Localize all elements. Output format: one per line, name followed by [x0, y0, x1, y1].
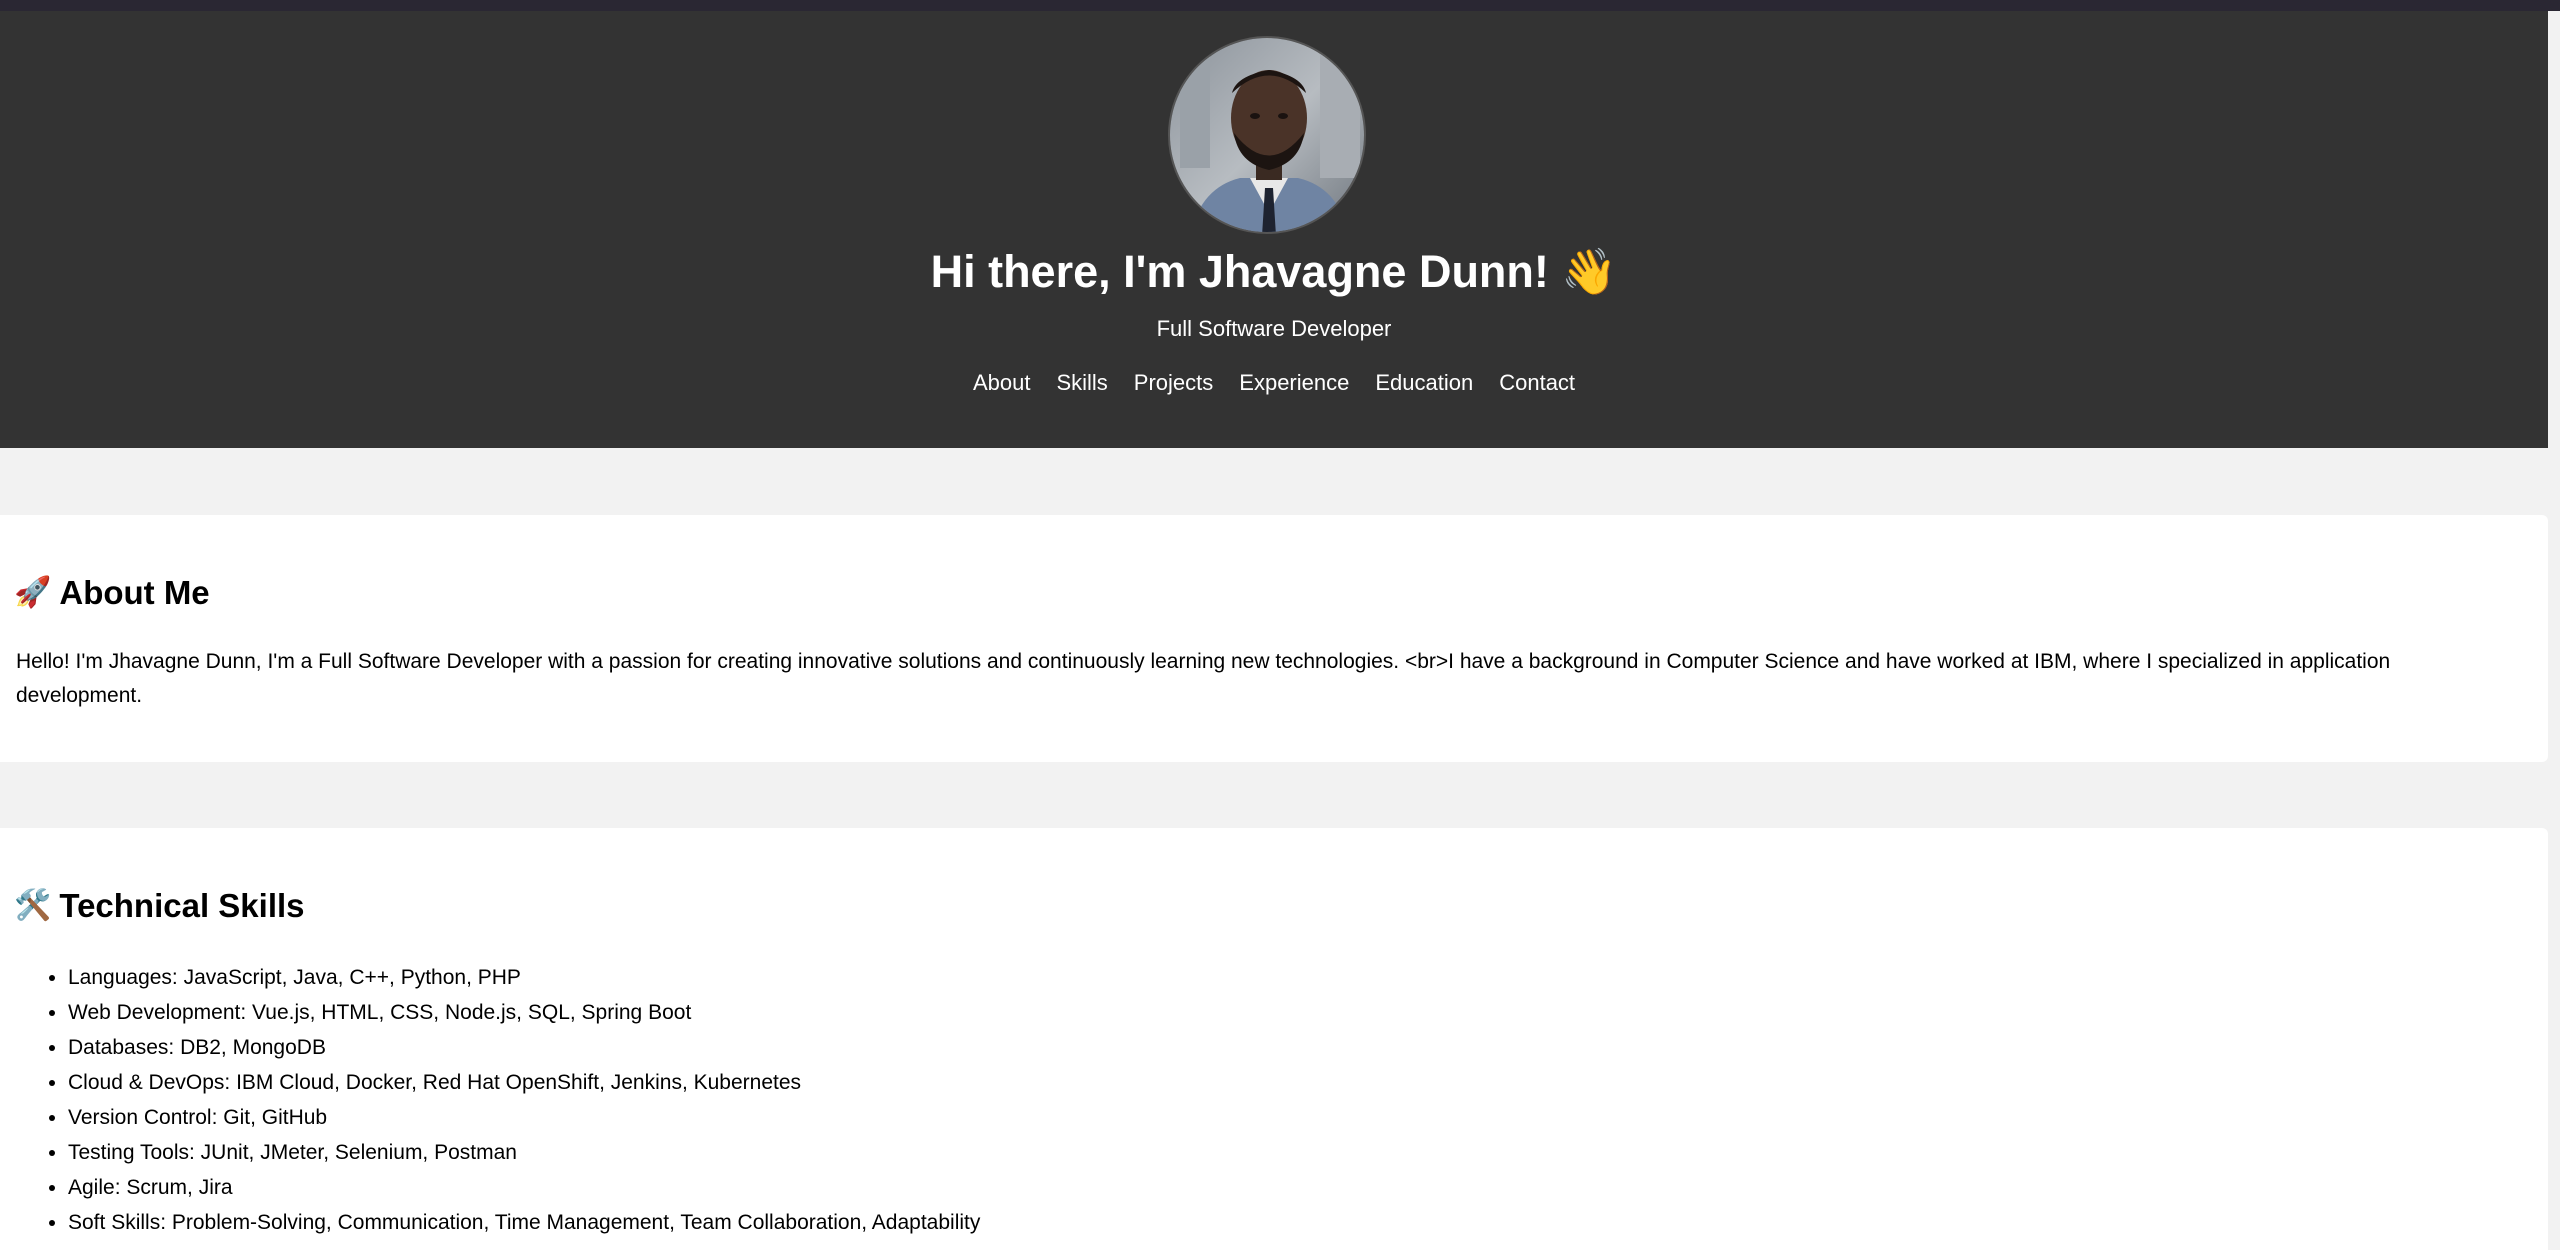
skills-section: 🛠️ Technical Skills Languages: JavaScrip…: [0, 828, 2548, 1250]
list-item: Soft Skills: Problem-Solving, Communicat…: [68, 1205, 980, 1240]
list-item: Version Control: Git, GitHub: [68, 1100, 980, 1135]
portfolio-page: Hi there, I'm Jhavagne Dunn! 👋 Full Soft…: [0, 0, 2560, 1250]
nav-link-skills[interactable]: Skills: [1056, 368, 1107, 398]
about-section: 🚀 About Me Hello! I'm Jhavagne Dunn, I'm…: [0, 515, 2548, 762]
main-nav: About Skills Projects Experience Educati…: [0, 368, 2548, 398]
nav-link-about[interactable]: About: [973, 368, 1031, 398]
about-heading-text: About Me: [59, 574, 210, 611]
list-item: Languages: JavaScript, Java, C++, Python…: [68, 960, 980, 995]
list-item: Cloud & DevOps: IBM Cloud, Docker, Red H…: [68, 1065, 980, 1100]
avatar: [1168, 36, 1366, 234]
nav-link-education[interactable]: Education: [1375, 368, 1473, 398]
skills-heading: 🛠️ Technical Skills: [14, 884, 305, 928]
profile-photo: [1170, 38, 1364, 232]
about-heading: 🚀 About Me: [14, 571, 210, 615]
list-item: Testing Tools: JUnit, JMeter, Selenium, …: [68, 1135, 980, 1170]
skills-heading-text: Technical Skills: [59, 887, 305, 924]
nav-link-experience[interactable]: Experience: [1239, 368, 1349, 398]
nav-link-contact[interactable]: Contact: [1499, 368, 1575, 398]
list-item: Web Development: Vue.js, HTML, CSS, Node…: [68, 995, 980, 1030]
nav-link-projects[interactable]: Projects: [1134, 368, 1213, 398]
list-item: Databases: DB2, MongoDB: [68, 1030, 980, 1065]
page-scrollbar[interactable]: [2548, 11, 2560, 1250]
list-item: Agile: Scrum, Jira: [68, 1170, 980, 1205]
rocket-icon: 🚀: [14, 576, 52, 609]
hero-subtitle: Full Software Developer: [1156, 316, 1392, 341]
about-paragraph: Hello! I'm Jhavagne Dunn, I'm a Full Sof…: [16, 650, 2391, 707]
browser-top-strip: [0, 0, 2560, 11]
tools-icon: 🛠️: [14, 889, 52, 922]
hero-title: Hi there, I'm Jhavagne Dunn! 👋: [930, 246, 1618, 297]
skills-list: Languages: JavaScript, Java, C++, Python…: [16, 960, 980, 1240]
hero-header: Hi there, I'm Jhavagne Dunn! 👋 Full Soft…: [0, 11, 2548, 448]
